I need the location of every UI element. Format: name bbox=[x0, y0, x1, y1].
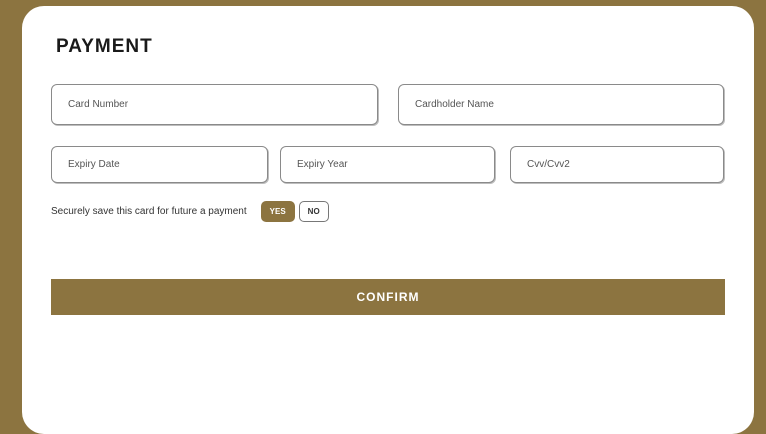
save-yes-button[interactable]: YES bbox=[260, 200, 295, 222]
confirm-button[interactable]: CONFIRM bbox=[51, 279, 725, 315]
save-no-button[interactable]: NO bbox=[298, 200, 329, 222]
cardholder-name-input[interactable] bbox=[398, 84, 724, 125]
card-number-input[interactable] bbox=[51, 84, 378, 125]
save-card-row: Securely save this card for future a pay… bbox=[51, 199, 333, 223]
page-title: PAYMENT bbox=[56, 36, 153, 57]
expiry-year-input[interactable] bbox=[280, 146, 495, 183]
cvv-input[interactable] bbox=[510, 146, 724, 183]
expiry-date-input[interactable] bbox=[51, 146, 268, 183]
payment-card: PAYMENT Securely save this card for futu… bbox=[22, 6, 754, 434]
save-card-label: Securely save this card for future a pay… bbox=[51, 205, 247, 217]
